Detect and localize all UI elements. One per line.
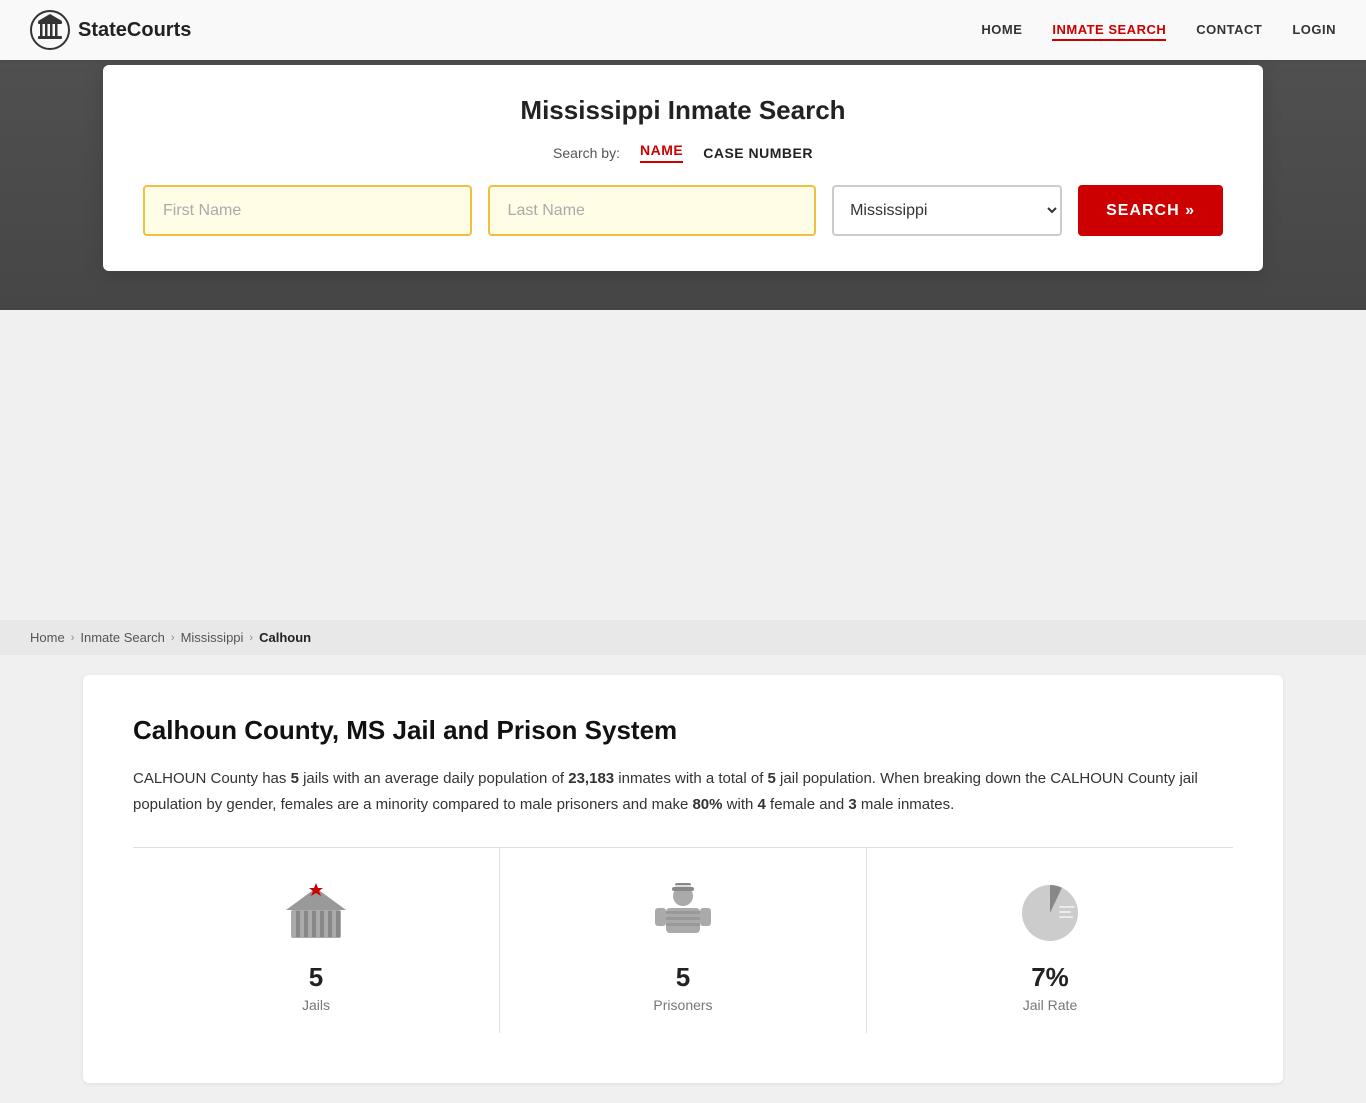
site-name: StateCourts	[78, 19, 191, 42]
nav-links: HOME INMATE SEARCH CONTACT LOGIN	[981, 21, 1336, 39]
breadcrumb-sep-3: ›	[249, 632, 253, 644]
prisoners-label: Prisoners	[653, 997, 712, 1013]
jails-count: 5	[291, 770, 299, 787]
search-form: Mississippi Alabama Alaska Arkansas Cali…	[143, 185, 1223, 236]
prisoner-icon	[648, 878, 718, 948]
avg-population: 23,183	[568, 770, 614, 787]
stat-jails: 5 Jails	[133, 848, 500, 1033]
search-by-row: Search by: NAME CASE NUMBER	[143, 142, 1223, 163]
female-count: 4	[758, 796, 766, 813]
stat-jail-rate: 7% Jail Rate	[867, 848, 1233, 1033]
desc-5: with	[723, 796, 758, 813]
breadcrumb-inmate-search[interactable]: Inmate Search	[80, 630, 165, 645]
male-count: 3	[848, 796, 856, 813]
search-button[interactable]: SEARCH »	[1078, 185, 1223, 236]
desc-1: CALHOUN County has	[133, 770, 291, 787]
desc-2: jails with an average daily population o…	[299, 770, 568, 787]
breadcrumb-current: Calhoun	[259, 630, 311, 645]
state-select[interactable]: Mississippi Alabama Alaska Arkansas Cali…	[832, 185, 1062, 236]
desc-7: male inmates.	[857, 796, 955, 813]
breadcrumb-home[interactable]: Home	[30, 630, 65, 645]
tab-name[interactable]: NAME	[640, 142, 683, 163]
search-card: Mississippi Inmate Search Search by: NAM…	[103, 65, 1263, 271]
logo-icon	[30, 10, 70, 50]
breadcrumb-state[interactable]: Mississippi	[181, 630, 244, 645]
breadcrumb: Home › Inmate Search › Mississippi › Cal…	[0, 620, 1366, 655]
jail-rate-number: 7%	[1031, 962, 1069, 993]
site-logo[interactable]: StateCourts	[30, 10, 981, 50]
stat-prisoners: 5 Prisoners	[500, 848, 867, 1033]
county-description: CALHOUN County has 5 jails with an avera…	[133, 766, 1233, 817]
breadcrumb-sep-2: ›	[171, 632, 175, 644]
desc-6: female and	[766, 796, 849, 813]
search-card-title: Mississippi Inmate Search	[143, 95, 1223, 126]
female-pct: 80%	[692, 796, 722, 813]
jail-icon	[281, 878, 351, 948]
nav-inmate-search[interactable]: INMATE SEARCH	[1052, 22, 1166, 41]
total-jails: 5	[768, 770, 776, 787]
first-name-input[interactable]	[143, 185, 472, 236]
nav-contact[interactable]: CONTACT	[1196, 22, 1262, 37]
nav-home[interactable]: HOME	[981, 22, 1022, 37]
nav-login[interactable]: LOGIN	[1292, 22, 1336, 37]
main-content: Calhoun County, MS Jail and Prison Syste…	[83, 675, 1283, 1083]
breadcrumb-sep-1: ›	[71, 632, 75, 644]
jails-label: Jails	[302, 997, 330, 1013]
search-by-label: Search by:	[553, 145, 620, 161]
navbar: StateCourts HOME INMATE SEARCH CONTACT L…	[0, 0, 1366, 60]
pie-chart-icon	[1015, 878, 1085, 948]
stats-row: 5 Jails	[133, 847, 1233, 1033]
county-title: Calhoun County, MS Jail and Prison Syste…	[133, 715, 1233, 746]
tab-case-number[interactable]: CASE NUMBER	[703, 145, 813, 161]
jail-rate-label: Jail Rate	[1023, 997, 1077, 1013]
jails-number: 5	[309, 962, 323, 993]
prisoners-number: 5	[676, 962, 690, 993]
desc-3: inmates with a total of	[614, 770, 767, 787]
last-name-input[interactable]	[488, 185, 817, 236]
